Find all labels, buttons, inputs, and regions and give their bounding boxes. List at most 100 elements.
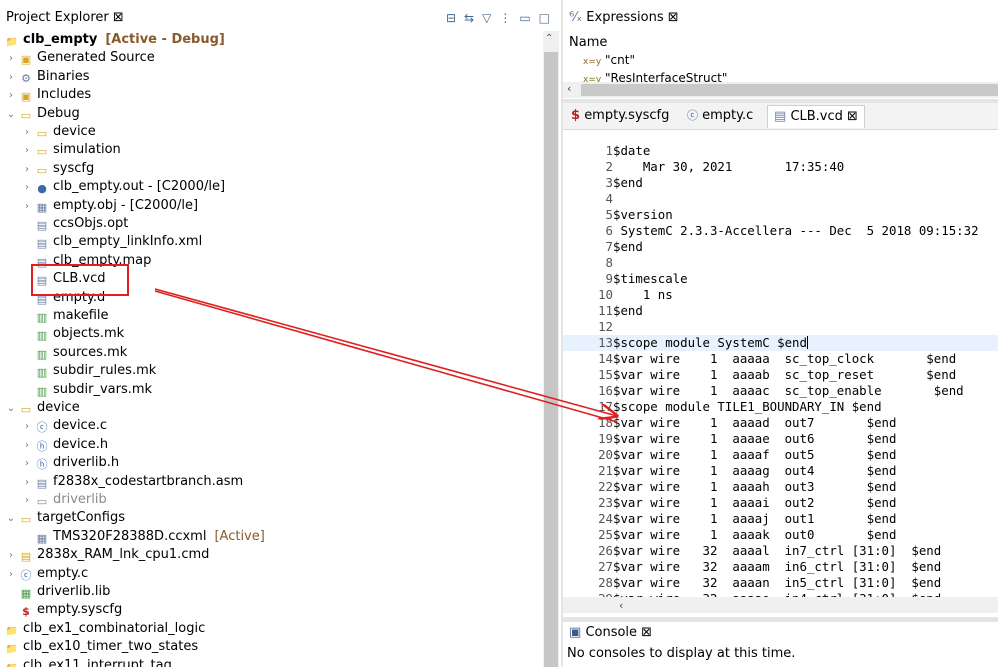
tree-item[interactable]: 📁 clb_ex10_timer_two_states: [4, 638, 198, 656]
tree-item[interactable]: ▥ makefile: [20, 307, 109, 325]
code-line[interactable]: 19$var wire 1 aaaae out6 $end: [563, 431, 896, 447]
code-line[interactable]: 12: [563, 319, 613, 335]
project-explorer-tab[interactable]: Project Explorer ⊠ ⊟ ⇆ ▽ ⋮ ▭ □: [0, 8, 562, 30]
code-line[interactable]: 7$end: [563, 239, 643, 255]
code-line[interactable]: 6 SystemC 2.3.3-Accellera --- Dec 5 2018…: [563, 223, 979, 239]
tree-item[interactable]: 📁clb_ex11_interrupt_tag: [4, 657, 172, 667]
code-line[interactable]: 11$end: [563, 303, 643, 319]
code-line[interactable]: 23$var wire 1 aaaai out2 $end: [563, 495, 896, 511]
chevron-down-icon[interactable]: ⌄: [4, 510, 18, 528]
tree-item[interactable]: $ empty.syscfg: [4, 601, 122, 619]
tree-item[interactable]: › ⓗ device.h: [20, 436, 108, 454]
link-editor-icon[interactable]: ⇆: [464, 11, 474, 25]
tree-item[interactable]: ⌄ ▭ device: [4, 399, 80, 417]
code-line[interactable]: 26$var wire 32 aaaal in7_ctrl [31:0] $en…: [563, 543, 941, 559]
chevron-right-icon[interactable]: ›: [4, 547, 18, 565]
tree-item[interactable]: › ● clb_empty.out - [C2000/le]: [20, 178, 225, 196]
code-line[interactable]: 24$var wire 1 aaaaj out1 $end: [563, 511, 896, 527]
code-line[interactable]: 25$var wire 1 aaaak out0 $end: [563, 527, 896, 543]
code-line[interactable]: 27$var wire 32 aaaam in6_ctrl [31:0] $en…: [563, 559, 941, 575]
tree-scrollbar-thumb[interactable]: [544, 52, 558, 667]
tree-item[interactable]: › ⓒ device.c: [20, 417, 107, 435]
tree-item[interactable]: › ⓒ empty.c: [4, 565, 88, 583]
tree-item[interactable]: ▤ clb_empty_linkInfo.xml: [20, 233, 202, 251]
chevron-right-icon[interactable]: ›: [20, 455, 34, 473]
tree-item[interactable]: › ▤ f2838x_codestartbranch.asm: [20, 473, 243, 491]
chevron-right-icon[interactable]: ›: [20, 142, 34, 160]
chevron-right-icon[interactable]: ›: [4, 566, 18, 584]
code-line[interactable]: 1$date: [563, 143, 651, 159]
code-line[interactable]: 16$var wire 1 aaaac sc_top_enable $end: [563, 383, 964, 399]
tree-item[interactable]: › ▤ 2838x_RAM_lnk_cpu1.cmd: [4, 546, 209, 564]
chevron-right-icon[interactable]: ›: [4, 87, 18, 105]
tree-item[interactable]: › ▭ simulation: [20, 141, 121, 159]
code-line[interactable]: 5$version: [563, 207, 673, 223]
chevron-right-icon[interactable]: ›: [20, 474, 34, 492]
tree-item[interactable]: ▤ ccsObjs.opt: [20, 215, 129, 233]
chevron-down-icon[interactable]: ⌄: [4, 106, 18, 124]
tree-item[interactable]: › ▭ device: [20, 123, 96, 141]
tree-item[interactable]: › ▣ Includes: [4, 86, 91, 104]
code-line[interactable]: 3$end: [563, 175, 643, 191]
editor-hscrollbar[interactable]: [563, 597, 998, 613]
tree-item[interactable]: › ⓗ driverlib.h: [20, 454, 119, 472]
chevron-down-icon[interactable]: ⌄: [4, 400, 18, 418]
chevron-right-icon[interactable]: ›: [4, 50, 18, 68]
code-line[interactable]: 22$var wire 1 aaaah out3 $end: [563, 479, 896, 495]
tree-item[interactable]: 📁 clb_empty [Active - Debug]: [4, 31, 225, 49]
tree-item[interactable]: › ▭ driverlib: [20, 491, 107, 509]
code-line[interactable]: 14$var wire 1 aaaaa sc_top_clock $end: [563, 351, 956, 367]
view-menu-icon[interactable]: ⋮: [499, 11, 511, 25]
tree-item[interactable]: ▥ subdir_vars.mk: [20, 381, 152, 399]
console-tab[interactable]: ▣ Console ⊠: [569, 625, 652, 640]
code-line[interactable]: 15$var wire 1 aaaab sc_top_reset $end: [563, 367, 956, 383]
minimize-icon[interactable]: ▭: [519, 11, 530, 25]
chevron-right-icon[interactable]: ›: [20, 418, 34, 436]
expressions-name-header[interactable]: Name: [569, 35, 607, 50]
chevron-right-icon[interactable]: ›: [20, 179, 34, 197]
tree-item[interactable]: ▥ sources.mk: [20, 344, 127, 362]
code-line[interactable]: 13$scope module SystemC $end: [563, 335, 998, 351]
tab-empty-c[interactable]: ⓒ empty.c: [681, 105, 759, 127]
tab-empty-syscfg[interactable]: $ empty.syscfg: [565, 105, 675, 127]
code-line[interactable]: 21$var wire 1 aaaag out4 $end: [563, 463, 896, 479]
tree-item[interactable]: ▥ subdir_rules.mk: [20, 362, 156, 380]
tree-item[interactable]: › ▣ Generated Source: [4, 49, 155, 67]
code-line[interactable]: 20$var wire 1 aaaaf out5 $end: [563, 447, 896, 463]
expressions-tab[interactable]: ⁶⁄ₓ Expressions ⊠: [569, 10, 679, 25]
tree-item[interactable]: 📁 clb_ex1_combinatorial_logic: [4, 620, 205, 638]
tree-item[interactable]: ⌄ ▭ targetConfigs: [4, 509, 125, 527]
tree-item[interactable]: ⌄ ▭ Debug: [4, 105, 80, 123]
code-line[interactable]: 8: [563, 255, 613, 271]
code-line[interactable]: 17$scope module TILE1_BOUNDARY_IN $end: [563, 399, 881, 415]
chevron-right-icon[interactable]: ›: [20, 492, 34, 510]
chevron-right-icon[interactable]: ›: [4, 69, 18, 87]
tree-item[interactable]: › ▭ syscfg: [20, 160, 94, 178]
code-line[interactable]: 28$var wire 32 aaaan in5_ctrl [31:0] $en…: [563, 575, 941, 591]
expression-row[interactable]: x=y "cnt": [583, 53, 635, 67]
scroll-left-icon[interactable]: ‹: [619, 599, 623, 612]
code-line[interactable]: 18$var wire 1 aaaad out7 $end: [563, 415, 896, 431]
code-line[interactable]: 4: [563, 191, 613, 207]
tree-item-label: TMS320F28388D.ccxml: [53, 528, 207, 544]
code-editor[interactable]: 1$date 2 Mar 30, 2021 17:35:40 3$end 4 5$ver…: [563, 143, 998, 606]
collapse-all-icon[interactable]: ⊟: [446, 11, 456, 25]
chevron-right-icon[interactable]: ›: [20, 437, 34, 455]
maximize-icon[interactable]: □: [539, 11, 550, 25]
tree-item[interactable]: › ▦ empty.obj - [C2000/le]: [20, 197, 198, 215]
tree-item[interactable]: › ⚙ Binaries: [4, 68, 89, 86]
chevron-right-icon[interactable]: ›: [20, 124, 34, 142]
scroll-left-icon[interactable]: ‹: [567, 82, 571, 95]
tree-item[interactable]: ▦ TMS320F28388D.ccxml [Active]: [20, 528, 265, 546]
code-line[interactable]: 2 Mar 30, 2021 17:35:40: [563, 159, 845, 175]
tree-item[interactable]: ▦ driverlib.lib: [4, 583, 111, 601]
tab-clb-vcd[interactable]: ▤ CLB.vcd ⊠: [767, 105, 865, 128]
chevron-right-icon[interactable]: ›: [20, 198, 34, 216]
code-line[interactable]: 10 1 ns: [563, 287, 673, 303]
scroll-up-icon[interactable]: ⌃: [545, 33, 553, 44]
filter-icon[interactable]: ▽: [482, 11, 491, 25]
expressions-hscroll-thumb[interactable]: [581, 84, 998, 96]
tree-item[interactable]: ▥ objects.mk: [20, 325, 124, 343]
chevron-right-icon[interactable]: ›: [20, 161, 34, 179]
code-line[interactable]: 9$timescale: [563, 271, 688, 287]
